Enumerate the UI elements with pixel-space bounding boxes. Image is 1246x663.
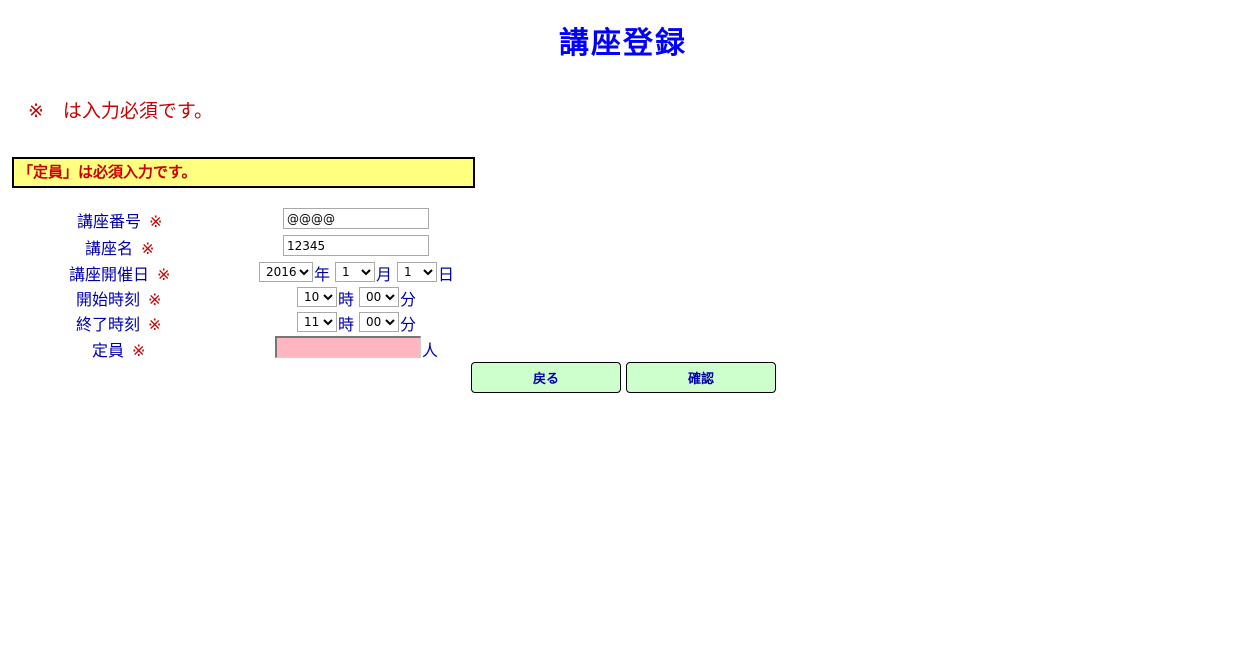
course-name-label: 講座名 ※	[85, 239, 155, 258]
course-number-input[interactable]	[283, 208, 429, 229]
start-hour-unit: 時	[338, 290, 355, 309]
required-mark: ※	[132, 341, 146, 360]
capacity-unit: 人	[422, 341, 439, 360]
page: 講座登録 ※ は入力必須です。 「定員」は必須入力です。 講座番号※ 講座名※ …	[0, 0, 1246, 663]
end-hour-unit: 時	[338, 315, 355, 334]
error-message-box: 「定員」は必須入力です。	[12, 157, 475, 188]
month-unit: 月	[376, 265, 393, 284]
capacity-label: 定員 ※	[92, 341, 146, 360]
required-mark: ※	[157, 265, 171, 284]
end-minute-select[interactable]: 00	[359, 312, 399, 332]
course-name-input[interactable]	[283, 235, 429, 256]
start-hour-select[interactable]: 10	[297, 287, 337, 307]
end-minute-unit: 分	[400, 315, 417, 334]
end-hour-select[interactable]: 11	[297, 312, 337, 332]
required-mark: ※	[148, 290, 162, 309]
capacity-input[interactable]	[275, 336, 421, 358]
start-minute-unit: 分	[400, 290, 417, 309]
back-button[interactable]: 戻る	[471, 362, 621, 393]
day-select[interactable]: 1	[397, 262, 437, 282]
start-minute-select[interactable]: 00	[359, 287, 399, 307]
required-mark: ※	[148, 315, 162, 334]
error-message: 「定員」は必須入力です。	[18, 163, 197, 181]
year-select[interactable]: 2016	[259, 262, 313, 282]
required-note: ※ は入力必須です。	[28, 100, 214, 122]
required-mark: ※	[141, 239, 155, 258]
day-unit: 日	[438, 265, 455, 284]
month-select[interactable]: 1	[335, 262, 375, 282]
year-unit: 年	[314, 265, 331, 284]
required-mark: ※	[149, 212, 163, 231]
end-time-label: 終了時刻 ※	[76, 315, 162, 334]
course-date-label: 講座開催日 ※	[69, 265, 171, 284]
course-number-label: 講座番号 ※	[77, 212, 163, 231]
confirm-button[interactable]: 確認	[626, 362, 776, 393]
start-time-label: 開始時刻 ※	[76, 290, 162, 309]
page-title: 講座登録	[559, 26, 687, 61]
